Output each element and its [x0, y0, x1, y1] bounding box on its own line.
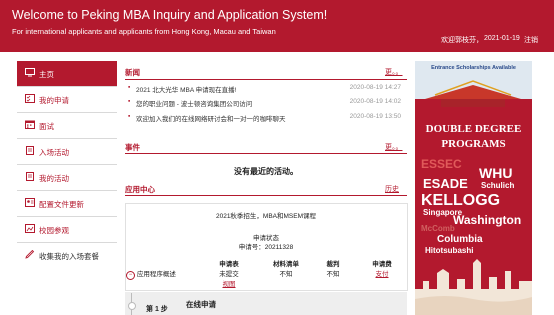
status-header: 材料清单: [273, 261, 299, 268]
sidebar-item-campus-visit[interactable]: 校园参观: [17, 217, 117, 243]
news-more-link[interactable]: 更。。: [385, 67, 403, 77]
application-divider: [125, 195, 407, 196]
status-header: 申请表: [219, 261, 239, 268]
status-referees: 裁判 不知: [313, 258, 353, 278]
monitor-icon: [25, 68, 35, 77]
status-value: 不知: [279, 271, 293, 278]
checklist-icon: [25, 94, 35, 103]
sidebar-item-my-events[interactable]: 我的活动: [17, 165, 117, 191]
sidebar-item-label: 主页: [39, 70, 54, 79]
news-item-text: 您的职业问题 - 波士顿咨询集团公司访问: [136, 101, 253, 108]
status-value: 未提交: [219, 271, 239, 278]
news-item-text: 欢迎加入我们的在线网络研讨会和一对一的咖啡聊天: [136, 116, 286, 123]
ad-school: WHU: [479, 165, 513, 181]
events-section-title: 事件: [125, 143, 140, 152]
ad-school: Hitotsubashi: [425, 246, 474, 255]
status-header: 申请费: [372, 261, 392, 268]
sidebar-item-label: 收集我的入场套餐: [39, 252, 99, 261]
view-link[interactable]: 视图: [209, 278, 249, 288]
ad-school: McComb: [421, 224, 455, 233]
news-item-date: 2020-08-19 14:27: [349, 84, 401, 91]
bullet-icon: ▪: [128, 98, 131, 105]
news-section-title: 新闻: [125, 68, 140, 77]
page-title: Welcome to Peking MBA Inquiry and Applic…: [12, 8, 328, 22]
application-section-title: 应用中心: [125, 185, 155, 194]
sidebar-item-my-application[interactable]: 我的申请: [17, 87, 117, 113]
sidebar-item-label: 面试: [39, 122, 54, 131]
calendar-icon: [25, 120, 35, 129]
ad-school: Schulich: [481, 181, 515, 190]
news-item[interactable]: ▪ 2021 北大光华 MBA 申请现在直播! 2020-08-19 14:27: [128, 84, 401, 95]
news-item[interactable]: ▪ 您的职业问题 - 波士顿咨询集团公司访问 2020-08-19 14:02: [128, 98, 401, 109]
page-subtitle: For international applicants and applica…: [12, 27, 276, 36]
ad-school: Washington: [453, 213, 522, 227]
news-item-date: 2020-08-19 13:50: [349, 113, 401, 120]
temple-roof-illustration: [425, 80, 521, 107]
bullet-icon: ▪: [128, 113, 131, 120]
document-icon: [26, 146, 34, 155]
history-link[interactable]: 历史: [385, 184, 399, 194]
sidebar-item-profile-update[interactable]: 配置文件更新: [17, 191, 117, 217]
bullet-icon: ▪: [128, 84, 131, 91]
step-dot-icon: [128, 302, 136, 310]
news-item-text: 2021 北大光华 MBA 申请现在直播!: [136, 87, 237, 94]
sidebar-item-label: 配置文件更新: [39, 200, 84, 209]
pencil-icon: [25, 250, 35, 259]
application-overview[interactable]: − 应用程序概述: [126, 268, 176, 280]
ad-school: Columbia: [437, 234, 483, 245]
sidebar-item-interview[interactable]: 面试: [17, 113, 117, 139]
news-divider: [125, 79, 407, 80]
status-value: 不知: [326, 271, 340, 278]
status-header: 裁判: [326, 261, 340, 268]
step-number: 第 1 步: [146, 306, 168, 313]
user-profile-icon: [25, 198, 35, 207]
ad-school: ESSEC: [421, 157, 462, 171]
events-divider: [125, 153, 407, 154]
news-item[interactable]: ▪ 欢迎加入我们的在线网络研讨会和一对一的咖啡聊天 2020-08-19 13:…: [128, 113, 401, 124]
ad-school: ESADE: [423, 176, 468, 191]
events-more-link[interactable]: 更。。: [385, 142, 403, 152]
city-skyline-illustration: [415, 259, 532, 315]
sidebar-item-collect-package[interactable]: 收集我的入场套餐: [17, 243, 117, 268]
news-item-date: 2020-08-19 14:02: [349, 98, 401, 105]
sidebar-item-label: 入场活动: [39, 148, 69, 157]
app-header: Welcome to Peking MBA Inquiry and Applic…: [0, 0, 554, 52]
welcome-user: 欢迎郭枝芬，: [441, 37, 483, 44]
ad-banner-text: Entrance Scholarships Available: [431, 65, 516, 71]
ad-headline-2: PROGRAMS: [441, 138, 506, 150]
sidebar-item-label: 我的活动: [39, 174, 69, 183]
sidebar-item-admission-events[interactable]: 入场活动: [17, 139, 117, 165]
status-application-form: 申请表 未提交 视图: [209, 258, 249, 288]
pay-link[interactable]: 支付: [362, 268, 402, 278]
application-number: 申请号：20211328: [238, 244, 294, 251]
step-title: 在线申请: [186, 300, 216, 309]
status-fee: 申请费 支付: [362, 258, 402, 278]
status-materials: 材料清单 不知: [266, 258, 306, 278]
sidebar-item-home[interactable]: 主页: [17, 61, 117, 87]
ad-headline-1: DOUBLE DEGREE: [425, 123, 522, 135]
document-icon: [26, 172, 34, 181]
sidebar: 主页 我的申请 面试 入场活动 我的活动 配置文件更新 校园参观 收集我的入场套…: [17, 61, 117, 268]
program-name: 2021秋季招生，MBA和MSEM课程: [215, 213, 317, 220]
map-icon: [25, 224, 35, 233]
logout-link[interactable]: 注销: [524, 35, 538, 45]
advertisement-banner[interactable]: Entrance Scholarships Available DOUBLE D…: [415, 61, 532, 315]
sidebar-item-label: 我的申请: [39, 96, 69, 105]
sidebar-item-label: 校园参观: [39, 226, 69, 235]
overview-label: 应用程序概述: [136, 271, 176, 278]
current-date: 2021-01-19: [484, 35, 520, 42]
events-empty-message: 没有最近的活动。: [234, 167, 298, 176]
minus-circle-icon: −: [126, 271, 135, 280]
